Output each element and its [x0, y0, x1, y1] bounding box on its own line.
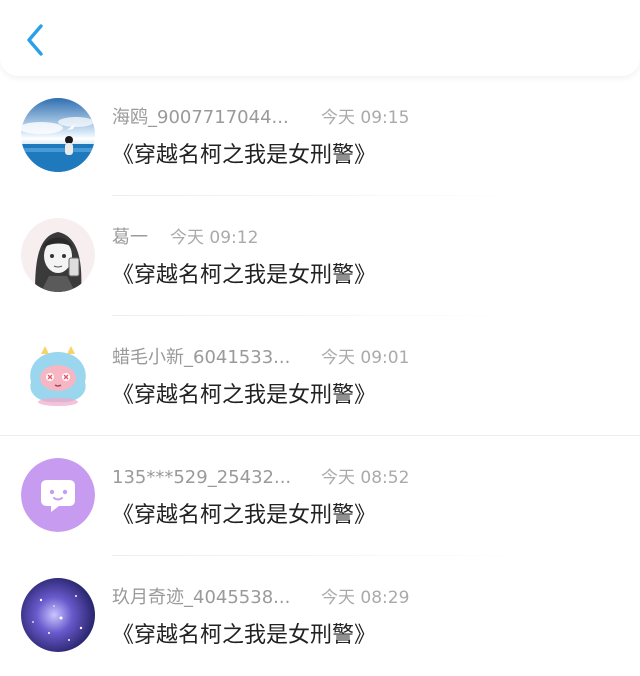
list-item[interactable]: 蜡毛小新_6041533... 今天 09:01 《穿越名柯之我是女刑警》	[0, 316, 640, 436]
chevron-left-icon	[27, 24, 43, 56]
user-name[interactable]: 葛一	[112, 226, 148, 250]
user-name[interactable]: 蜡毛小新_6041533...	[112, 346, 290, 370]
user-name[interactable]: 玖月奇迹_4045538...	[112, 586, 290, 610]
timestamp: 今天 08:52	[321, 468, 410, 488]
comment-text[interactable]: 《穿越名柯之我是女刑警》	[112, 500, 376, 532]
list-item[interactable]: 海鸥_9007717044... 今天 09:15 《穿越名柯之我是女刑警》	[0, 76, 640, 196]
timestamp: 今天 08:29	[321, 588, 410, 608]
avatar-ocean[interactable]	[21, 98, 95, 172]
user-name[interactable]: 135***529_25432...	[112, 466, 291, 490]
timestamp: 今天 09:01	[321, 348, 410, 368]
comment-text[interactable]: 《穿越名柯之我是女刑警》	[112, 140, 376, 172]
top-bar	[0, 0, 640, 76]
avatar-chat-bubble[interactable]	[21, 458, 95, 532]
avatar-sketch-girl[interactable]	[21, 218, 95, 292]
avatar-galaxy[interactable]	[21, 578, 95, 652]
user-name[interactable]: 海鸥_9007717044...	[112, 106, 289, 130]
list-item[interactable]: 玖月奇迹_4045538... 今天 08:29 《穿越名柯之我是女刑警》	[0, 556, 640, 676]
comment-text[interactable]: 《穿越名柯之我是女刑警》	[112, 260, 376, 292]
comment-text[interactable]: 《穿越名柯之我是女刑警》	[112, 380, 376, 412]
timestamp: 今天 09:15	[321, 108, 410, 128]
timestamp: 今天 09:12	[170, 228, 259, 248]
list-item[interactable]: 葛一 今天 09:12 《穿越名柯之我是女刑警》	[0, 196, 640, 316]
comment-list: 海鸥_9007717044... 今天 09:15 《穿越名柯之我是女刑警》 葛…	[0, 76, 640, 676]
back-button[interactable]	[18, 22, 52, 58]
avatar-cute-monster[interactable]	[21, 338, 95, 412]
comment-text[interactable]: 《穿越名柯之我是女刑警》	[112, 620, 376, 652]
list-item[interactable]: 135***529_25432... 今天 08:52 《穿越名柯之我是女刑警》	[0, 436, 640, 556]
